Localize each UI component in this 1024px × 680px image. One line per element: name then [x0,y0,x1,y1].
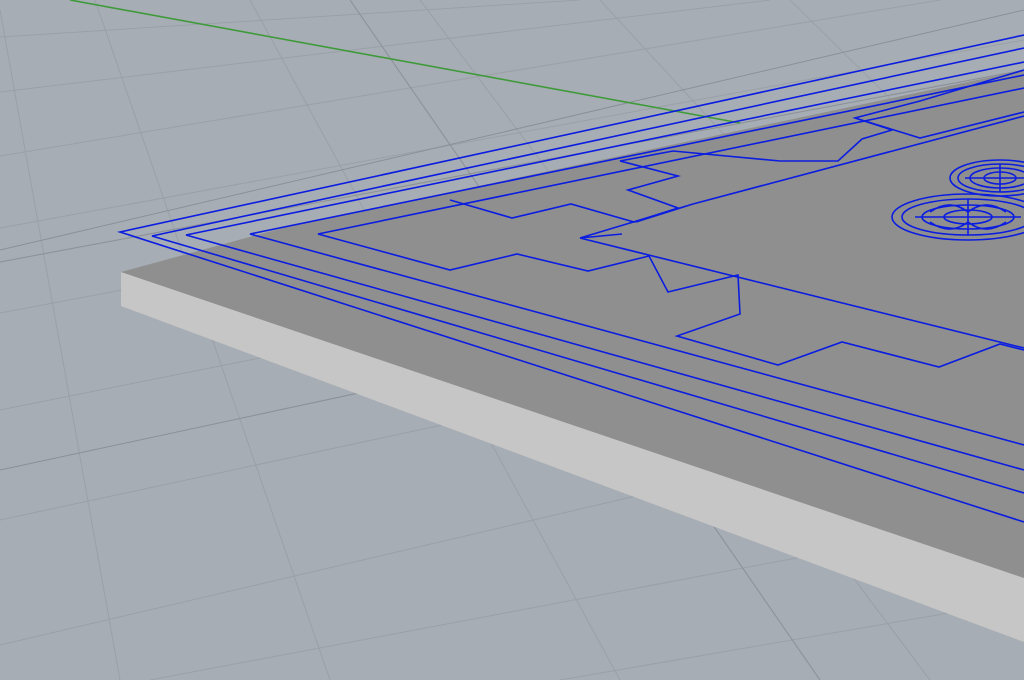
scene-canvas[interactable] [0,0,1024,680]
perspective-viewport[interactable] [0,0,1024,680]
